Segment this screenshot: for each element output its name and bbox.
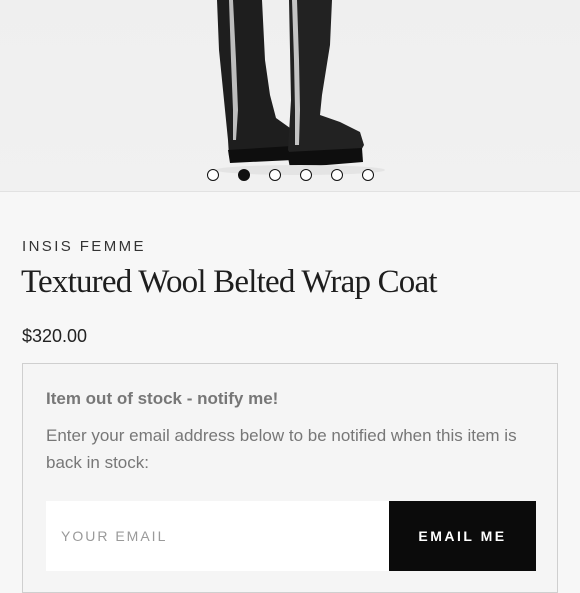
product-price: $320.00	[22, 326, 88, 346]
email-input[interactable]	[46, 501, 389, 571]
carousel-dot-3[interactable]	[269, 169, 281, 181]
notify-me-panel: Item out of stock - notify me! Enter you…	[22, 363, 558, 593]
product-image-carousel[interactable]	[0, 0, 580, 192]
carousel-dot-1[interactable]	[207, 169, 219, 181]
carousel-pagination	[207, 169, 374, 183]
notify-description: Enter your email address below to be not…	[46, 426, 517, 472]
carousel-dot-2-active[interactable]	[238, 169, 250, 181]
carousel-dot-5[interactable]	[331, 169, 343, 181]
carousel-dot-6[interactable]	[362, 169, 374, 181]
product-photo-boots	[215, 0, 385, 175]
product-brand[interactable]: INSIS FEMME	[22, 238, 146, 255]
email-me-button[interactable]: EMAIL ME	[389, 501, 536, 571]
product-title: Textured Wool Belted Wrap Coat	[21, 264, 438, 300]
carousel-dot-4[interactable]	[300, 169, 312, 181]
notify-heading: Item out of stock - notify me!	[46, 389, 279, 408]
